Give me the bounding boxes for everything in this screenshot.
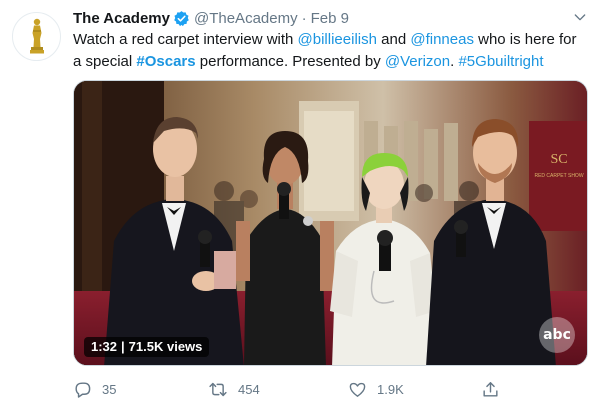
reply-icon [75,381,91,398]
retweet-count: 454 [238,381,260,397]
heart-icon [349,382,366,397]
backdrop-sign: RED CARPET SHOW [534,173,583,179]
tweet-header: The Academy @TheAcademy · Feb 9 [73,8,588,28]
video-frame: SC RED CARPET SHOW [74,81,587,365]
like-count: 1.9K [377,381,404,397]
video-player[interactable]: SC RED CARPET SHOW 1:32 | 71.5K views ab… [73,80,588,366]
hashtag-5gbuiltright[interactable]: #5Gbuiltright [458,53,543,70]
video-views: 71.5K views [128,339,203,354]
retweet-button[interactable]: 454 [208,380,260,399]
backdrop-monogram: SC [550,152,567,167]
reply-count: 35 [102,381,117,397]
separator-dot: · [301,9,307,27]
mention-verizon[interactable]: @Verizon [385,53,450,70]
tweet[interactable]: The Academy @TheAcademy · Feb 9 Watch a … [0,0,600,409]
mention-finneas[interactable]: @finneas [410,31,474,48]
chevron-down-icon[interactable] [572,9,588,25]
like-button[interactable]: 1.9K [348,380,404,399]
tweet-text: Watch a red carpet interview with @billi… [73,29,588,73]
verified-badge-icon [173,10,190,27]
video-duration-views: 1:32 | 71.5K views [84,337,210,357]
pill-separator: | [121,339,125,354]
mention-billieeilish[interactable]: @billieeilish [298,31,377,48]
video-duration: 1:32 [91,339,118,354]
reply-button[interactable]: 35 [73,380,116,399]
avatar[interactable] [12,12,61,61]
abc-watermark: abc [539,317,575,353]
text-segment: and [376,31,411,48]
tweet-actions: 35 454 1.9K [73,377,588,401]
text-segment: performance. Presented by [195,53,385,70]
hashtag-oscars[interactable]: #Oscars [136,53,195,70]
oscar-statue-icon [29,18,44,53]
tweet-date[interactable]: Feb 9 [311,10,349,27]
retweet-icon [209,382,227,396]
text-segment: Watch a red carpet interview with [73,31,298,48]
handle[interactable]: @TheAcademy [194,10,298,27]
share-icon [483,381,498,397]
display-name[interactable]: The Academy [73,10,170,27]
share-button[interactable] [481,380,500,399]
